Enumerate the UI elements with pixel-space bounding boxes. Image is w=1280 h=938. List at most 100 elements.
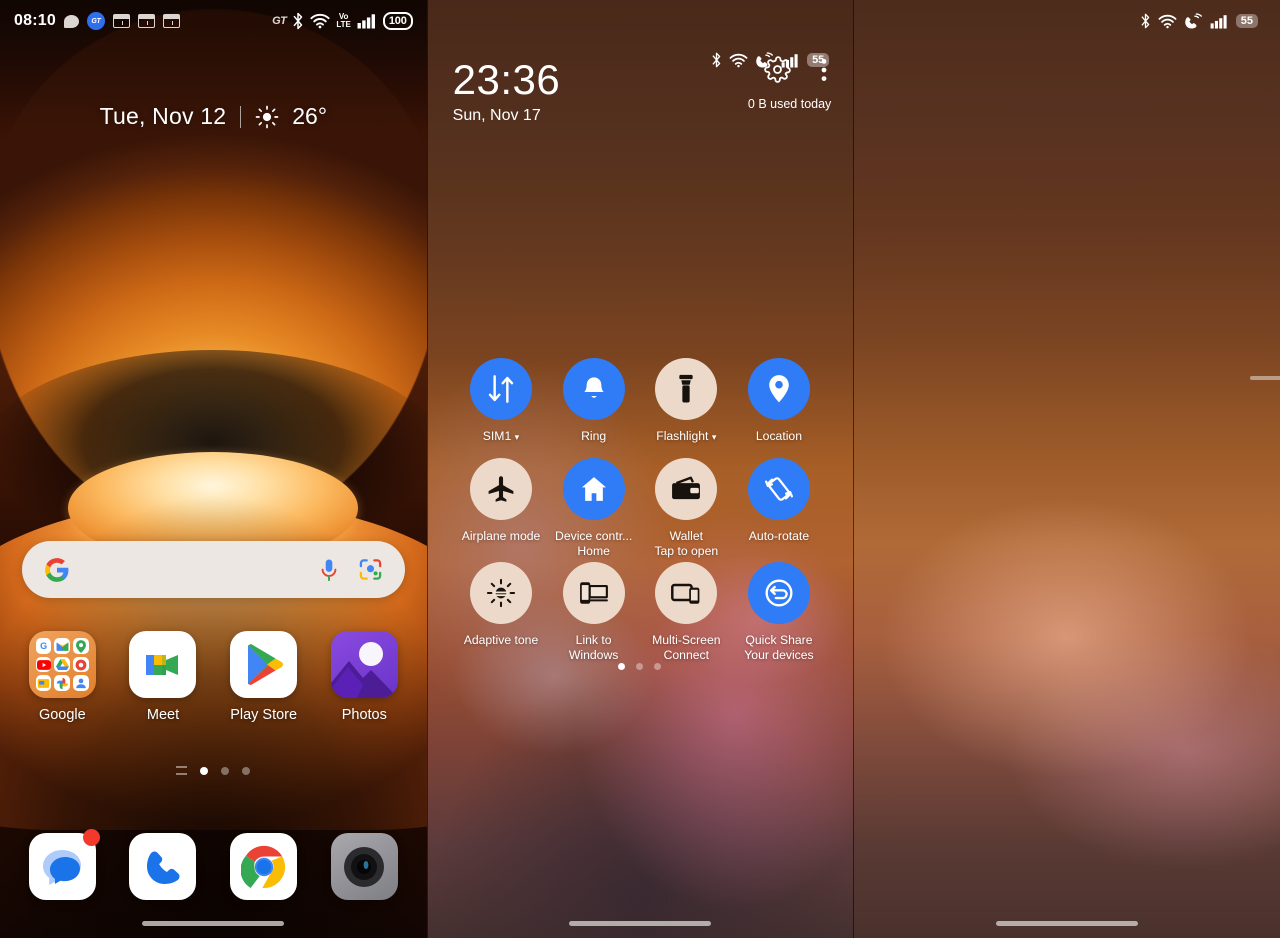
bell-icon [562,358,625,420]
dock-item-chrome[interactable] [230,833,298,900]
qs-tile-sublabel: Home [577,544,610,558]
mini-youtube-icon [35,657,52,672]
notif-nav-gesture-bar[interactable] [995,921,1138,926]
wallpaper-vignette [0,0,427,938]
google-folder-icon: G [28,631,96,698]
qs-data-usage-label: 0 B used today [747,97,832,111]
qs-tile-flashlight[interactable]: Flashlight ▾ [640,358,732,445]
mini-drive-icon [54,657,71,672]
multiscreen-icon [655,562,718,624]
dock-item-phone[interactable] [129,833,197,900]
qs-tile-link-to-windows[interactable]: Link to Windows [548,562,640,663]
qs-page-dot[interactable] [654,663,662,670]
location-pin-icon [747,358,810,420]
home-dock [0,829,427,900]
battery-indicator: 100 [382,12,413,30]
qs-tiles-row-3: Adaptive tone Link to Windows Multi-Scre… [427,562,854,663]
notif-status-icons: 55 [1140,13,1258,29]
app-google-folder[interactable]: G Google [19,631,105,723]
home-page-indicator [0,766,427,775]
qs-page-dot[interactable] [618,663,626,670]
qs-nav-gesture-bar[interactable] [568,921,711,926]
flashlight-icon [655,358,718,420]
home-chip-indicator[interactable] [176,766,188,775]
cellular-signal-icon [1210,14,1229,29]
status-right-group: GT Vo LTE 100 [272,12,413,30]
page-dot[interactable] [200,766,209,775]
qs-tile-label: SIM1 ▾ [482,429,520,443]
home-status-bar: 08:10 GT GT Vo LTE 100 [0,0,427,42]
adaptive-tone-icon [469,562,532,624]
qs-tile-auto-rotate[interactable]: Auto-rotate [733,458,825,559]
app-label: Google [38,707,86,723]
page-dot[interactable] [242,766,251,775]
panel-divider [853,0,855,938]
qs-tile-sim1[interactable]: SIM1 ▾ [455,358,547,445]
notification-badge [82,829,100,846]
dock-item-camera[interactable] [330,833,398,900]
qs-tile-label: Flashlight ▾ [656,429,717,443]
widget-divider [240,105,242,128]
qs-date: Sun, Nov 17 [452,107,541,124]
window-icon [162,14,180,28]
qs-tile-airplane-mode[interactable]: Airplane mode [455,458,547,559]
app-meet[interactable]: Meet [120,631,206,723]
qs-time: 23:36 [452,56,561,103]
notif-drag-handle[interactable] [1249,376,1280,380]
home-date-weather-widget[interactable]: Tue, Nov 12 26° [0,103,427,130]
app-label: Play Store [230,707,298,723]
mini-gmail-icon [54,638,71,654]
qs-status-icons: 55 [711,52,830,68]
microphone-icon[interactable] [318,558,340,582]
google-search-bar[interactable] [22,541,405,598]
window-icon [112,14,130,28]
gt-label: GT [272,15,287,27]
play-store-icon [230,631,298,698]
qs-tile-quick-share[interactable]: Quick Share Your devices [733,562,825,663]
qs-tile-location[interactable]: Location [733,358,825,445]
wifi-icon [1158,14,1177,29]
auto-rotate-icon [747,458,810,520]
qs-tile-device-control[interactable]: Device contr... Home [548,458,640,559]
qs-tile-adaptive-tone[interactable]: Adaptive tone [455,562,547,663]
qs-tile-wallet[interactable]: Wallet Tap to open [640,458,732,559]
home-app-grid: G Google Meet Play Store Photos [0,631,427,723]
qs-page-dot[interactable] [636,663,644,670]
home-nav-gesture-bar[interactable] [142,921,285,926]
battery-indicator: 55 [1235,14,1258,28]
qs-tile-label: Ring [581,429,607,443]
screenshot-stage: 08:10 GT GT Vo LTE 100 Tue, Nov 12 26° G… [0,0,1280,938]
home-date-label: Tue, Nov 12 [99,103,227,129]
qs-tile-label: Device contr... [555,529,633,543]
qs-tile-multiscreen-connect[interactable]: Multi-Screen Connect [640,562,732,663]
panel-divider [426,0,428,938]
qs-page-indicator [427,663,854,670]
mini-google-photos-icon [54,675,71,691]
qs-tiles-row-2: Airplane mode Device contr... Home Walle… [427,458,854,559]
camera-icon [330,833,398,900]
battery-indicator: 55 [807,53,830,67]
cellular-signal-icon [357,13,377,29]
bluetooth-icon [711,52,722,68]
mini-maps-icon [73,638,89,654]
qs-tile-label: Link to [575,633,612,647]
app-label: Photos [341,707,387,723]
notification-shade-panel: 55 23:36 Sun, Nov 17 Galaxy S2.. [853,0,1280,938]
quick-settings-panel: 55 23:36 Sun, Nov 17 0 B used today SIM1… [426,0,854,938]
link-to-windows-icon [562,562,625,624]
status-left-group: 08:10 GT [14,12,180,30]
qs-tile-ring[interactable]: Ring [548,358,640,445]
qs-tile-label: Quick Share [745,633,813,647]
qs-row: Airplane mode Device contr... Home Walle… [427,458,854,559]
qs-tile-sublabel: Your devices [744,648,814,662]
wallet-icon [655,458,718,520]
page-dot[interactable] [221,766,230,775]
sun-icon [255,105,279,129]
dock-item-messages[interactable] [28,829,100,900]
google-lens-icon[interactable] [358,557,383,582]
data-transfer-icon [469,358,532,420]
bluetooth-icon [1140,13,1151,29]
app-play-store[interactable]: Play Store [221,631,307,723]
google-g-icon [44,557,70,583]
app-photos[interactable]: Photos [321,631,407,723]
